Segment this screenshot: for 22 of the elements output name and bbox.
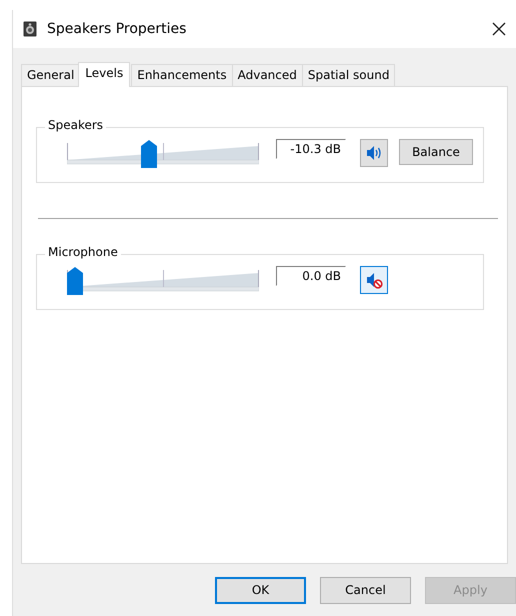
tab[interactable]: Spatial sound (302, 64, 396, 86)
speaker-icon (365, 144, 383, 162)
volume-slider[interactable] (67, 139, 259, 167)
tab[interactable]: Enhancements (131, 64, 233, 86)
mute-button[interactable] (360, 139, 388, 167)
window-title: Speakers Properties (47, 21, 188, 37)
tab[interactable]: General (21, 64, 80, 86)
close-icon[interactable] (492, 22, 506, 36)
slider-thumb[interactable] (140, 140, 157, 168)
volume-field[interactable]: -10.3 dB (276, 139, 346, 159)
balance-button[interactable]: Balance (399, 139, 473, 165)
muted-speaker-icon (365, 271, 383, 289)
dialog-button[interactable]: OK (215, 576, 306, 604)
group-label: Microphone (45, 245, 121, 259)
group-label: Speakers (45, 118, 106, 132)
volume-field[interactable]: 0.0 dB (276, 266, 346, 286)
slider-thumb[interactable] (67, 267, 83, 295)
volume-slider[interactable] (67, 266, 259, 294)
tab[interactable]: Levels (78, 62, 130, 87)
speaker-icon (23, 21, 37, 37)
mute-button[interactable] (360, 266, 388, 294)
dialog-button[interactable]: Cancel (320, 576, 411, 604)
